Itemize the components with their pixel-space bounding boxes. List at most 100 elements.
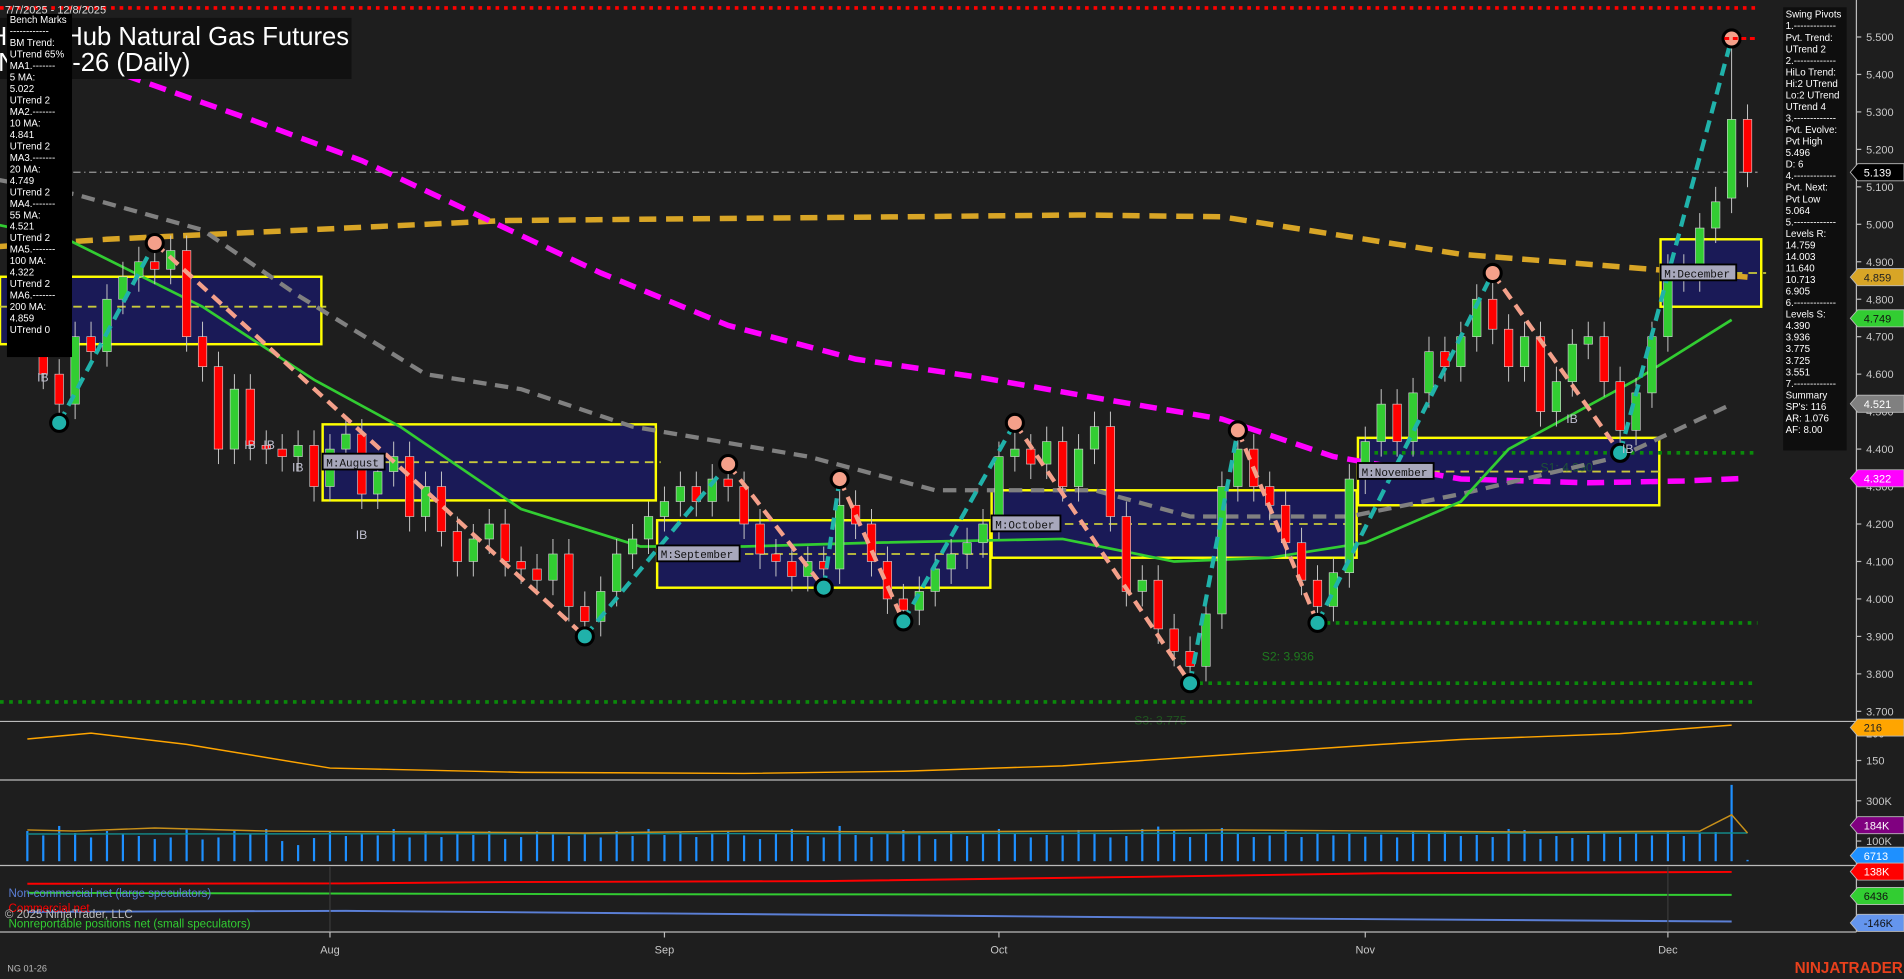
month-box-label: M:September xyxy=(661,550,733,562)
swing-pivot-line: 6.905 xyxy=(1786,287,1811,298)
month-box-label: M:December xyxy=(1664,269,1730,281)
ib-label: IB xyxy=(1566,412,1578,426)
price-tick-label: 5.200 xyxy=(1866,144,1893,156)
volume-bar xyxy=(106,831,108,861)
volume-bar xyxy=(616,831,618,861)
candle-up xyxy=(373,472,382,494)
candle-down xyxy=(214,367,223,449)
pivot-low-marker xyxy=(1309,614,1326,631)
swing-pivot-line: AR: 1.076 xyxy=(1786,413,1829,424)
volume-bar xyxy=(1332,835,1334,861)
volume-bar xyxy=(281,841,283,861)
volume-bar xyxy=(74,833,76,861)
volume-bar xyxy=(233,831,235,861)
volume-bar xyxy=(552,835,554,862)
volume-bar xyxy=(1205,833,1207,861)
volume-bar xyxy=(743,835,745,861)
volume-bar xyxy=(775,833,777,861)
volume-bar xyxy=(409,837,411,861)
candle-down xyxy=(1616,382,1625,431)
month-box-label: M:November xyxy=(1362,468,1428,480)
price-tick-label: 5.100 xyxy=(1866,182,1893,194)
candle-down xyxy=(198,337,207,367)
trading-chart[interactable]: S1: 4.390S2: 3.936S3: 3.775 M:AugustM:Se… xyxy=(0,0,1904,979)
price-tick-label: 4.700 xyxy=(1866,332,1893,344)
volume-bar xyxy=(1093,833,1095,862)
support-level-label: S1: 4.390 xyxy=(1540,461,1592,475)
swing-pivot-line: 14.759 xyxy=(1786,240,1816,251)
candle-up xyxy=(660,502,669,517)
benchmark-line: 20 MA: xyxy=(10,164,41,175)
ib-label: IB xyxy=(356,528,368,542)
noncommercial-tag: -146K xyxy=(1864,918,1894,930)
candle-down xyxy=(772,554,781,561)
candle-up xyxy=(835,505,844,569)
volume-bar xyxy=(1125,836,1127,861)
candle-down xyxy=(1170,629,1179,651)
volume-bar xyxy=(249,834,251,861)
candle-down xyxy=(501,524,510,561)
volume-ma-tag: 184K xyxy=(1864,820,1890,832)
month-box-label: M:October xyxy=(995,520,1054,532)
benchmark-line: 100 MA: xyxy=(10,256,46,267)
candle-down xyxy=(1122,517,1131,592)
volume-bar xyxy=(1460,836,1462,861)
volume-bar xyxy=(1746,860,1748,861)
ma100-tag: 4.322 xyxy=(1864,473,1891,485)
swing-pivot-line: Pvt High xyxy=(1786,137,1823,148)
volume-bar xyxy=(361,833,363,861)
volume-bar xyxy=(1030,837,1032,861)
ib-label: IB xyxy=(292,461,304,475)
volume-average-line xyxy=(27,833,1747,834)
candle-down xyxy=(899,599,908,610)
volume-bar xyxy=(1699,833,1701,861)
swing-pivot-line: UTrend 2 xyxy=(1786,44,1826,55)
volume-bar xyxy=(902,830,904,861)
candle-down xyxy=(1281,505,1290,542)
ib-label: IB xyxy=(244,438,256,452)
candle-up xyxy=(294,445,303,456)
price-tick-label: 5.400 xyxy=(1866,69,1893,81)
candle-up xyxy=(1584,337,1593,344)
benchmark-line: UTrend 2 xyxy=(10,141,50,152)
price-tick-label: 3.800 xyxy=(1866,669,1893,681)
benchmark-line: 200 MA: xyxy=(10,302,46,313)
volume-bar xyxy=(1269,835,1271,861)
ib-label: IB xyxy=(1622,442,1634,456)
nonreportable-tag: 6436 xyxy=(1864,891,1888,903)
time-tick-label: Nov xyxy=(1356,944,1376,956)
candle-down xyxy=(724,479,733,486)
volume-bar xyxy=(1523,830,1525,861)
candle-up xyxy=(676,487,685,502)
volume-bar xyxy=(1316,833,1318,861)
price-tick-label: 4.200 xyxy=(1866,519,1893,531)
candle-up xyxy=(995,457,1004,524)
candle-up xyxy=(1377,404,1386,441)
ma200-tag: 4.859 xyxy=(1864,272,1891,284)
swing-pivot-line: 5.064 xyxy=(1786,206,1811,217)
volume-bar xyxy=(90,837,92,861)
swing-pivot-line: 11.640 xyxy=(1786,263,1816,274)
candle-up xyxy=(931,569,940,591)
volume-bar xyxy=(727,831,729,861)
candle-down xyxy=(405,457,414,517)
volume-bar xyxy=(1046,835,1048,861)
volume-bar xyxy=(600,837,602,861)
benchmark-line: Bench Marks xyxy=(10,15,67,26)
swing-pivot-line: 2.------------- xyxy=(1786,56,1836,67)
swing-pivot-line: Pvt. Trend: xyxy=(1786,33,1833,44)
volume-bar xyxy=(1077,830,1079,861)
candle-down xyxy=(1536,337,1545,412)
benchmark-line: UTrend 0 xyxy=(10,325,51,336)
volume-bar xyxy=(297,845,299,861)
volume-bar xyxy=(1635,833,1637,861)
benchmark-line: 4.859 xyxy=(10,314,34,325)
volume-bar xyxy=(488,831,490,861)
volume-bar xyxy=(854,835,856,861)
benchmark-line: 4.322 xyxy=(10,268,34,279)
swing-pivot-line: 7.------------- xyxy=(1786,379,1836,390)
ma55-tag: 4.521 xyxy=(1864,399,1891,411)
volume-bar xyxy=(584,833,586,861)
candle-up xyxy=(549,554,558,580)
candle-down xyxy=(1488,299,1497,329)
